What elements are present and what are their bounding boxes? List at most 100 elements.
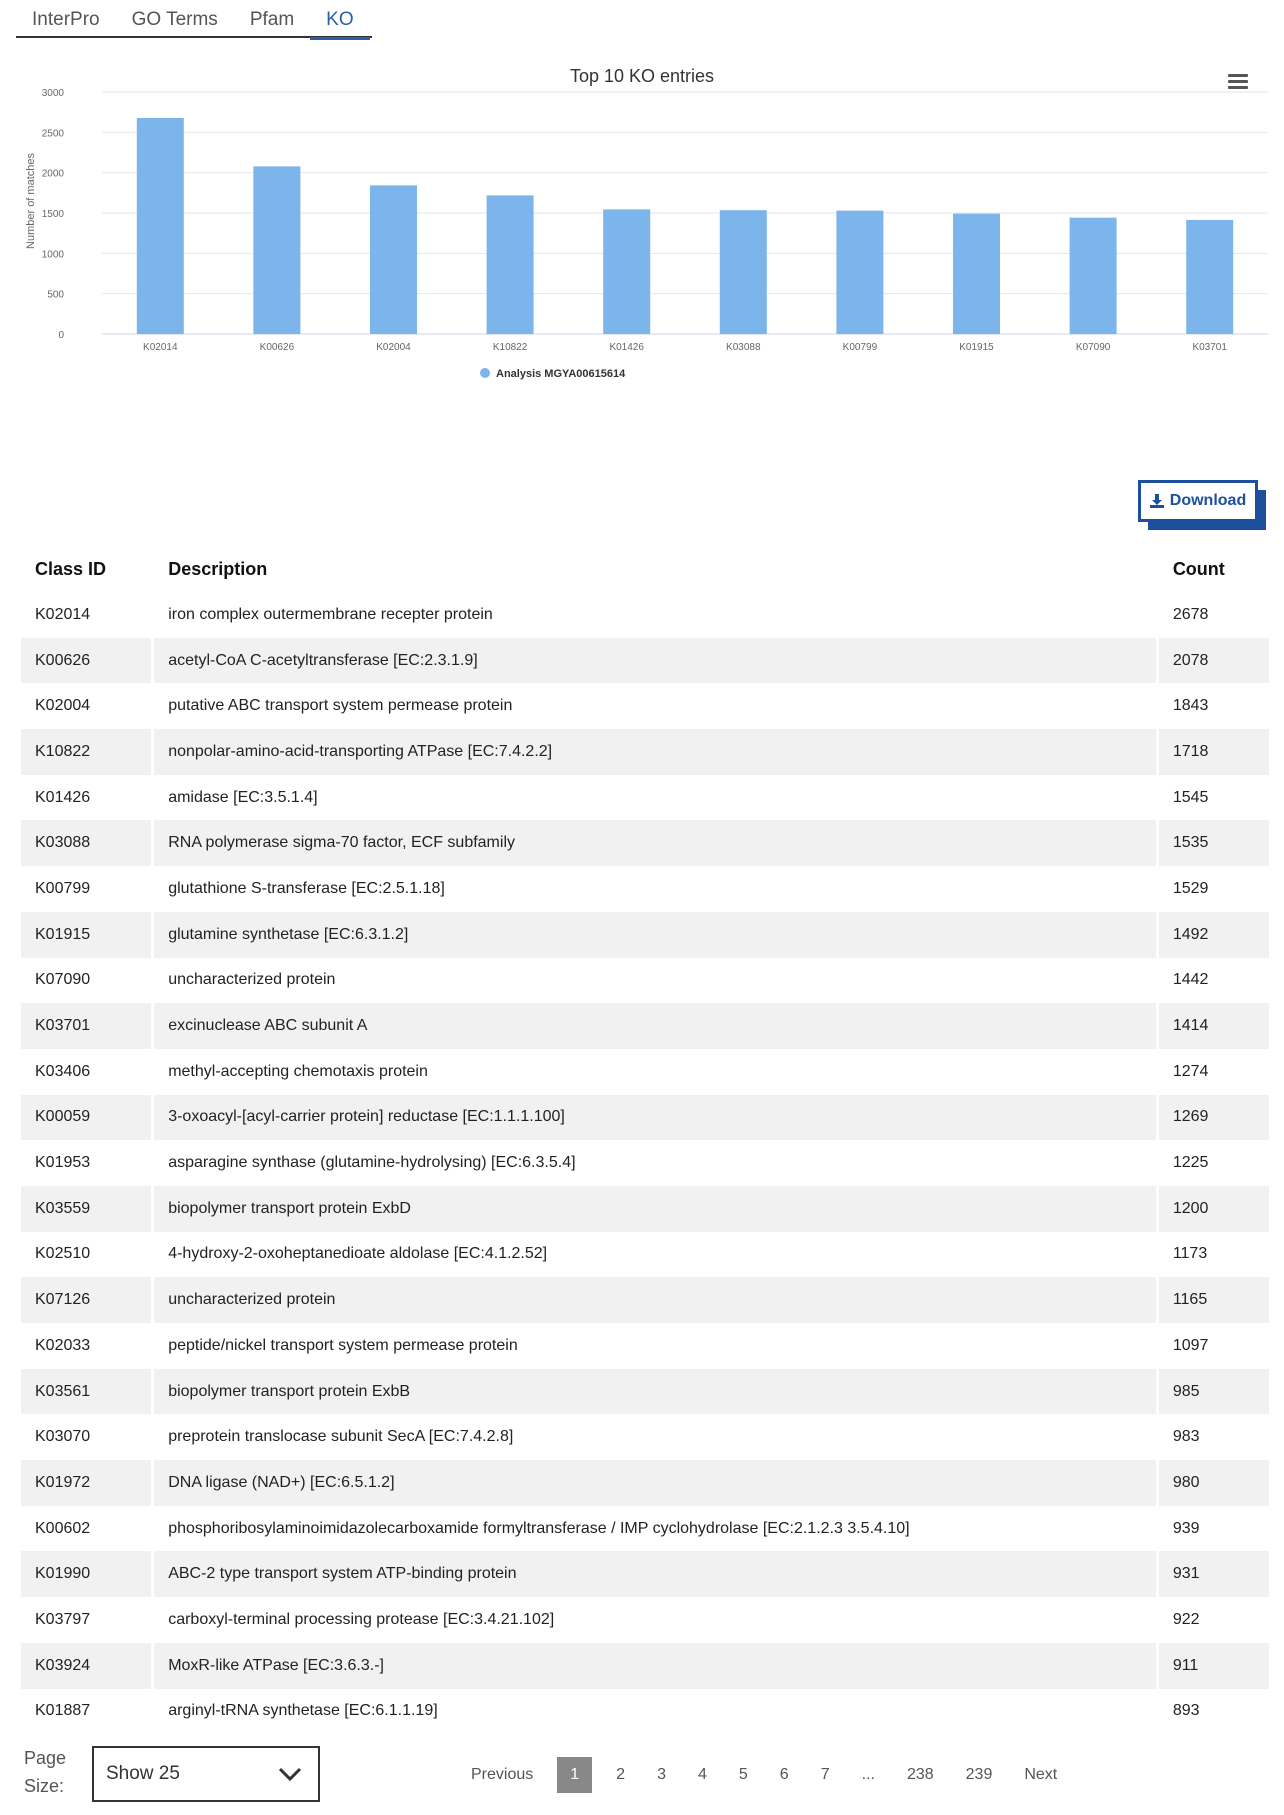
- cell-class-id: K07090: [35, 971, 91, 989]
- page-button-6[interactable]: 6: [764, 1757, 805, 1793]
- header-count[interactable]: Count: [1159, 546, 1269, 592]
- cell-count: 985: [1158, 1368, 1269, 1415]
- tab-pfam[interactable]: Pfam: [234, 0, 310, 38]
- page-button-3[interactable]: 3: [641, 1757, 682, 1793]
- table-row: K02014 iron complex outermembrane recepte…: [21, 592, 1269, 638]
- cell-count: 1535: [1158, 820, 1269, 867]
- cell-class-id: K02014: [35, 605, 91, 623]
- download-button[interactable]: Download: [1138, 480, 1258, 522]
- table-row: K00799 glutathione S-transferase [EC:2.5.…: [21, 866, 1269, 912]
- bar: [719, 210, 767, 334]
- cell-class-id: K07126: [21, 1277, 152, 1323]
- cell-description: glutamine synthetase [EC:6.3.1.2]: [154, 911, 1156, 958]
- table-row: K03070 preprotein translocase subunit Sec…: [21, 1414, 1269, 1460]
- cell-description: MoxR-like ATPase [EC:3.6.3.-]: [154, 1642, 1156, 1689]
- x-tick-label: K02004: [376, 342, 411, 353]
- cell-class-id: K03924: [21, 1642, 152, 1689]
- table-body: K02014 iron complex outermembrane recepte…: [21, 592, 1269, 1734]
- cell-count: 1173: [1172, 1245, 1208, 1263]
- tab-ko[interactable]: KO: [310, 0, 371, 40]
- cell-class-id: K02510: [35, 1245, 91, 1263]
- page-button-5[interactable]: 5: [723, 1757, 764, 1793]
- cell-count: 1165: [1158, 1277, 1269, 1323]
- cell-class-id: K10822: [21, 729, 152, 775]
- header-class-id[interactable]: Class ID: [21, 546, 151, 592]
- table-row: K03559 biopolymer transport protein ExbD 1…: [21, 1185, 1269, 1232]
- cell-class-id: K00626: [21, 637, 152, 684]
- table-row: K07090 uncharacterized protein 1442: [21, 958, 1269, 1004]
- page-button-2[interactable]: 2: [600, 1757, 641, 1793]
- cell-description: biopolymer transport protein ExbB: [154, 1368, 1156, 1415]
- x-tick-label: K10822: [493, 342, 528, 353]
- tab-interpro[interactable]: InterPro: [16, 0, 116, 38]
- table-row: K03561 biopolymer transport protein ExbB 9…: [21, 1368, 1269, 1415]
- cell-description: preprotein translocase subunit SecA [EC:…: [168, 1428, 514, 1446]
- cell-count: 1274: [1172, 1062, 1209, 1080]
- cell-class-id: K02004: [35, 697, 91, 715]
- cell-count: 1414: [1158, 1003, 1269, 1049]
- cell-count: 1225: [1172, 1154, 1209, 1172]
- page-button-238[interactable]: 238: [891, 1757, 950, 1793]
- y-tick-label: 2500: [42, 128, 65, 139]
- previous-page-button[interactable]: Previous: [455, 1757, 549, 1793]
- table-row: K03406 methyl-accepting chemotaxis protei…: [21, 1049, 1269, 1095]
- page-ellipsis: ...: [861, 1766, 875, 1783]
- bar: [370, 185, 417, 334]
- cell-count: 893: [1172, 1702, 1200, 1720]
- page-size-value: Show 25: [106, 1763, 180, 1784]
- cell-count: 922: [1172, 1610, 1200, 1628]
- page-size-select[interactable]: Show 25: [92, 1746, 320, 1802]
- bar: [486, 195, 534, 334]
- cell-count: 980: [1158, 1460, 1269, 1506]
- cell-class-id: K01426: [35, 788, 91, 806]
- tab-bar: InterPro GO Terms Pfam KO: [16, 0, 372, 40]
- cell-class-id: K03406: [35, 1062, 91, 1080]
- page-button-1[interactable]: 1: [557, 1757, 593, 1793]
- download-icon: [1149, 494, 1164, 508]
- cell-class-id: K03088: [21, 820, 152, 867]
- chart-svg: 0 500 1000 1500 2000 2500 3000 Number of matche…: [25, 88, 1268, 380]
- download-label: Download: [1169, 492, 1247, 509]
- cell-count: 1529: [1172, 879, 1209, 897]
- cell-class-id: K00059: [21, 1094, 152, 1141]
- cell-description: arginyl-tRNA synthetase [EC:6.1.1.19]: [168, 1702, 438, 1720]
- cell-class-id: K03561: [21, 1368, 152, 1415]
- x-tick-label: K00799: [843, 342, 878, 353]
- cell-class-id: K01887: [35, 1702, 91, 1720]
- x-tick-label: K01915: [959, 342, 994, 353]
- cell-description: uncharacterized protein: [168, 971, 336, 989]
- cell-description: methyl-accepting chemotaxis protein: [168, 1062, 428, 1080]
- cell-description: phosphoribosylaminoimidazolecarboxamide …: [168, 1519, 910, 1537]
- table-row: K02510 4-hydroxy-2-oxoheptanedioate aldol…: [21, 1232, 1269, 1278]
- bar: [136, 117, 184, 334]
- table-row: K02033 peptide/nickel transport system pe…: [21, 1323, 1269, 1369]
- header-description[interactable]: Description: [154, 546, 1156, 592]
- cell-description: excinuclease ABC subunit A: [154, 1003, 1156, 1049]
- table-row: K01887 arginyl-tRNA synthetase [EC:6.1.1.…: [21, 1689, 1269, 1735]
- cell-description: putative ABC transport system permease p…: [168, 697, 513, 715]
- cell-count: 1200: [1158, 1185, 1269, 1232]
- table-row: K01915 glutamine synthetase [EC:6.3.1.2] 1…: [21, 911, 1269, 958]
- table-row: K03797 carboxyl-terminal processing prote…: [21, 1597, 1269, 1643]
- bar: [253, 166, 301, 334]
- cell-class-id: K03070: [35, 1428, 91, 1446]
- chevron-down-icon: [278, 1767, 302, 1782]
- page-button-239[interactable]: 239: [950, 1757, 1009, 1793]
- tab-go-terms[interactable]: GO Terms: [116, 0, 234, 38]
- cell-count: 911: [1158, 1642, 1269, 1689]
- cell-class-id: K03559: [21, 1185, 152, 1232]
- cell-count: 1492: [1158, 911, 1269, 958]
- legend-marker: [480, 368, 490, 378]
- cell-description: biopolymer transport protein ExbD: [154, 1185, 1156, 1232]
- cell-count: 983: [1172, 1428, 1200, 1446]
- page-button-4[interactable]: 4: [682, 1757, 723, 1793]
- y-axis-label: Number of matches: [25, 153, 37, 249]
- y-tick-label: 500: [47, 290, 64, 301]
- page-button-7[interactable]: 7: [805, 1757, 846, 1793]
- cell-description: RNA polymerase sigma-70 factor, ECF subf…: [154, 820, 1156, 867]
- cell-description: ABC-2 type transport system ATP-binding …: [154, 1551, 1156, 1598]
- y-tick-label: 0: [58, 330, 64, 341]
- cell-description: glutathione S-transferase [EC:2.5.1.18]: [168, 879, 445, 897]
- next-page-button[interactable]: Next: [1008, 1757, 1073, 1793]
- cell-count: 1269: [1158, 1094, 1269, 1141]
